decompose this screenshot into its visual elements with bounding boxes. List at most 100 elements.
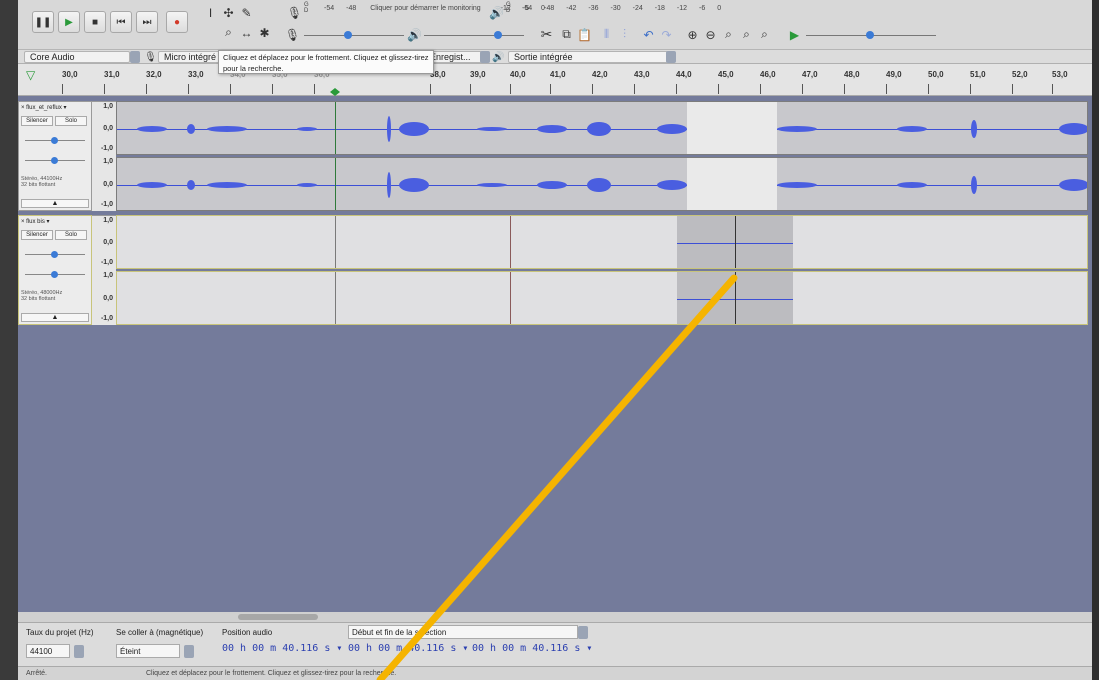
timeline-options-icon[interactable]: ▽ xyxy=(26,68,35,82)
output-device-select[interactable]: Sortie intégrée xyxy=(508,51,668,63)
project-rate-input[interactable]: 44100 xyxy=(26,644,70,658)
snap-to-select[interactable]: Éteint xyxy=(116,644,180,658)
record-meter-channel-labels: GD xyxy=(304,2,309,14)
draw-tool-icon[interactable]: ✎ xyxy=(238,4,255,21)
skip-start-button[interactable]: ⏮ xyxy=(110,11,132,33)
play-button[interactable]: ▶ xyxy=(58,11,80,33)
skip-end-button[interactable]: ⏭ xyxy=(136,11,158,33)
edit-cursor xyxy=(335,216,336,268)
record-button[interactable]: ● xyxy=(166,11,188,33)
selection-mode-chevron-icon[interactable] xyxy=(578,626,588,639)
record-meter-prompt: Cliquer pour démarrer le monitoring xyxy=(370,5,481,12)
audio-host-chevron-icon[interactable] xyxy=(130,51,140,63)
collapse-track-button[interactable]: ▲ xyxy=(21,313,89,322)
zoom-in-icon[interactable]: ⊕ xyxy=(684,26,701,43)
mute-button[interactable]: Silencer xyxy=(21,116,53,126)
zoom-toggle-icon[interactable]: ⌕ xyxy=(756,26,773,43)
envelope-tool-icon[interactable]: ✣ xyxy=(220,4,237,21)
horizontal-scrollbar[interactable] xyxy=(18,612,1092,622)
playhead-marker-icon[interactable] xyxy=(330,88,340,96)
clip-boundary xyxy=(510,216,511,268)
split-line[interactable] xyxy=(735,216,736,268)
selection-end-field[interactable]: 00 h 00 m 40.116 s ▾ xyxy=(472,643,592,654)
ruler-tick: 48,0 xyxy=(844,70,860,94)
track2-left-channel-waveform[interactable] xyxy=(116,215,1088,269)
collapse-track-button[interactable]: ▲ xyxy=(21,199,89,208)
trim-icon[interactable]: ⫴ xyxy=(598,26,615,43)
track-format-info: Stéréo, 48000Hz 32 bits flottant xyxy=(21,290,63,302)
empty-gap xyxy=(687,158,777,210)
scale-label: -1,0 xyxy=(100,259,113,266)
audio-position-field[interactable]: 00 h 00 m 40.116 s ▾ xyxy=(222,643,342,654)
timeline-ruler[interactable]: ▽ 30,0 31,0 32,0 33,0 34,0 35,0 36,0 38,… xyxy=(18,64,1092,96)
track2-right-channel-waveform[interactable] xyxy=(116,271,1088,325)
waveform-burst xyxy=(297,127,317,131)
cut-icon[interactable]: ✂ xyxy=(538,26,555,43)
channels-chevron-icon[interactable] xyxy=(480,51,490,63)
play-at-speed-slider[interactable] xyxy=(806,30,936,40)
fit-project-icon[interactable]: ⌕ xyxy=(738,26,755,43)
collapse-arrow-icon: ▲ xyxy=(51,314,59,321)
play-at-speed-icon[interactable]: ▶ xyxy=(786,26,803,43)
track-name-menu[interactable]: × flux_et_reflux ▾ xyxy=(21,104,91,114)
microphone-icon[interactable]: 🎙 xyxy=(286,4,303,21)
track1-left-channel-waveform[interactable] xyxy=(116,101,1088,155)
fit-selection-icon[interactable]: ⌕ xyxy=(720,26,737,43)
stop-button[interactable]: ■ xyxy=(84,11,106,33)
speaker-icon[interactable]: 🔊 xyxy=(488,4,505,21)
waveform-burst xyxy=(657,124,687,134)
track1-right-channel-waveform[interactable] xyxy=(116,157,1088,211)
zoom-tool-icon[interactable]: ⌕ xyxy=(220,24,237,41)
project-rate-chevron-icon[interactable] xyxy=(74,645,84,658)
recording-volume-slider[interactable] xyxy=(304,30,404,40)
pause-button[interactable]: ❚❚ xyxy=(32,11,54,33)
waveform-burst xyxy=(387,116,391,142)
collapse-arrow-icon: ▲ xyxy=(51,200,59,207)
undo-icon[interactable]: ↶ xyxy=(640,26,657,43)
waveform-burst xyxy=(137,182,167,188)
scale-label: -1,0 xyxy=(100,315,113,322)
waveform-burst xyxy=(971,120,977,138)
scrollbar-thumb[interactable] xyxy=(238,614,318,620)
output-device-chevron-icon[interactable] xyxy=(666,51,676,63)
scale-label: 0,0 xyxy=(103,295,113,302)
edit-cursor xyxy=(335,102,336,154)
vertical-scale[interactable]: 1,0 0,0 -1,0 1,0 0,0 -1,0 xyxy=(92,215,116,325)
selection-tool-icon[interactable]: I xyxy=(202,4,219,21)
vertical-scale[interactable]: 1,0 0,0 -1,0 1,0 0,0 -1,0 xyxy=(92,101,116,211)
zoom-out-icon[interactable]: ⊖ xyxy=(702,26,719,43)
ruler-tick: 31,0 xyxy=(104,70,120,94)
silence-icon[interactable]: ⫶ xyxy=(616,26,633,43)
pan-slider[interactable] xyxy=(25,270,85,278)
mute-button[interactable]: Silencer xyxy=(21,230,53,240)
waveform-burst xyxy=(387,172,391,198)
track-control-panel[interactable]: × flux_et_reflux ▾ Silencer Solo Stéréo,… xyxy=(18,101,92,211)
selection-toolbar: Taux du projet (Hz) 44100 Se coller à (m… xyxy=(18,622,1092,666)
ruler-tick: 52,0 xyxy=(1012,70,1028,94)
solo-button[interactable]: Solo xyxy=(55,230,87,240)
track-control-panel[interactable]: × flux bis ▾ Silencer Solo Stéréo, 48000… xyxy=(18,215,92,325)
timeshift-tool-icon[interactable]: ↔ xyxy=(238,24,255,41)
selection-mode-select[interactable]: Début et fin de la sélection xyxy=(348,625,578,639)
audio-position-label: Position audio xyxy=(222,628,273,637)
track-name-menu[interactable]: × flux bis ▾ xyxy=(21,218,91,228)
waveform-burst xyxy=(1059,123,1087,135)
multi-tool-icon[interactable]: ✱ xyxy=(256,24,273,41)
pan-slider[interactable] xyxy=(25,156,85,164)
playback-meter[interactable]: -54 -48 -42 -36 -30 -24 -18 -12 -6 0 xyxy=(522,5,733,19)
copy-icon[interactable]: ⧉ xyxy=(558,26,575,43)
edit-cursor xyxy=(335,272,336,324)
split-line[interactable] xyxy=(735,272,736,324)
gain-slider[interactable] xyxy=(25,250,85,258)
selection-start-field[interactable]: 00 h 00 m 40.116 s ▾ xyxy=(348,643,468,654)
audio-host-select[interactable]: Core Audio xyxy=(24,51,130,63)
playback-volume-slider[interactable] xyxy=(424,30,524,40)
snap-to-chevron-icon[interactable] xyxy=(184,645,194,658)
waveform-burst xyxy=(897,182,927,188)
solo-button[interactable]: Solo xyxy=(55,116,87,126)
waveform-burst xyxy=(187,180,195,190)
redo-icon[interactable]: ↷ xyxy=(658,26,675,43)
paste-icon[interactable]: 📋 xyxy=(576,26,593,43)
ruler-tick: 41,0 xyxy=(550,70,566,94)
gain-slider[interactable] xyxy=(25,136,85,144)
